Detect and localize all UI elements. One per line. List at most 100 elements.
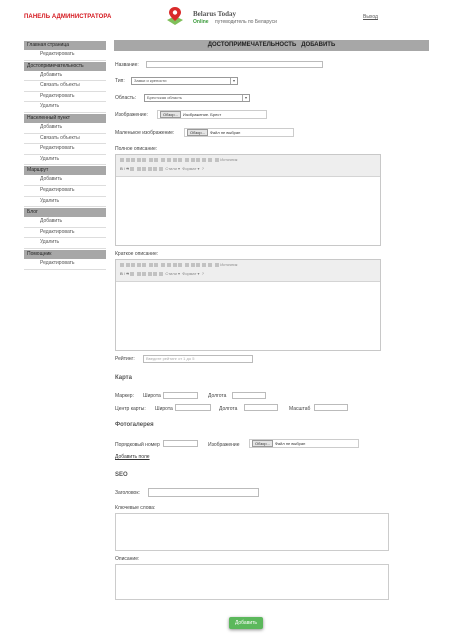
source-button-label[interactable]: Источник <box>220 262 237 267</box>
sidebar-item-edit[interactable]: Редактировать <box>24 50 106 61</box>
format-dropdown[interactable]: Формат <box>182 271 196 276</box>
paste-word-icon[interactable] <box>142 262 146 267</box>
outdent-icon[interactable] <box>147 271 152 276</box>
hr-icon[interactable] <box>196 262 200 267</box>
link-icon[interactable] <box>167 157 172 162</box>
rating-input[interactable]: Введите рейтинг от 1 до 5 <box>143 355 253 363</box>
seo-heading-input[interactable] <box>148 488 259 497</box>
indent-icon[interactable] <box>153 166 158 171</box>
unlink-icon[interactable] <box>172 262 177 267</box>
sidebar-item-delete[interactable]: Удалить <box>24 155 106 166</box>
link-icon[interactable] <box>167 262 172 267</box>
help-icon[interactable]: ? <box>202 271 204 276</box>
sidebar-heading[interactable]: Маршрут <box>24 166 106 176</box>
add-field-link[interactable]: Добавить поле <box>115 454 150 460</box>
redo-icon[interactable] <box>154 157 159 162</box>
short-description-editor[interactable]: Источник B I S Стили ▾ Формат ▾ ? <box>115 259 381 351</box>
scale-input[interactable] <box>314 404 348 411</box>
sidebar-item-edit[interactable]: Редактировать <box>24 92 106 103</box>
strike-icon[interactable]: S <box>126 271 129 276</box>
cut-icon[interactable] <box>120 157 124 162</box>
submit-add-button[interactable]: Добавить <box>229 617 263 629</box>
paste-icon[interactable] <box>131 157 135 162</box>
format-dropdown[interactable]: Формат <box>182 166 196 171</box>
sidebar-item-link[interactable]: Связать объекты <box>24 134 106 145</box>
sidebar-item-edit[interactable]: Редактировать <box>24 228 106 239</box>
find-icon[interactable] <box>160 262 165 267</box>
sidebar-item-edit[interactable]: Редактировать <box>24 186 106 197</box>
paste-icon[interactable] <box>131 262 135 267</box>
blockquote-icon[interactable] <box>158 166 163 171</box>
marker-latitude-input[interactable] <box>163 392 198 399</box>
anchor-icon[interactable] <box>178 157 183 162</box>
find-icon[interactable] <box>160 157 165 162</box>
anchor-icon[interactable] <box>178 262 183 267</box>
paste-word-icon[interactable] <box>142 157 146 162</box>
browse-button[interactable]: Обзор... <box>187 129 208 136</box>
keywords-textarea[interactable] <box>115 513 389 551</box>
hr-icon[interactable] <box>196 157 200 162</box>
italic-icon[interactable]: I <box>124 166 125 171</box>
bold-icon[interactable]: B <box>120 166 123 171</box>
paste-text-icon[interactable] <box>136 262 141 267</box>
table-icon[interactable] <box>190 157 195 162</box>
full-description-editor[interactable]: Источник B I S Стили ▾ Формат ▾ ? <box>115 154 381 246</box>
center-longitude-input[interactable] <box>244 404 278 411</box>
blockquote-icon[interactable] <box>158 271 163 276</box>
maximize-icon[interactable] <box>208 157 213 162</box>
cut-icon[interactable] <box>120 262 124 267</box>
source-button-label[interactable]: Источник <box>220 157 237 162</box>
sidebar-item-delete[interactable]: Удалить <box>24 102 106 113</box>
sidebar-item-add[interactable]: Добавить <box>24 175 106 186</box>
numbered-list-icon[interactable] <box>136 166 141 171</box>
styles-dropdown[interactable]: Стили <box>165 271 177 276</box>
source-icon[interactable] <box>214 262 219 267</box>
sidebar-item-add[interactable]: Добавить <box>24 217 106 228</box>
center-latitude-input[interactable] <box>175 404 211 411</box>
sidebar-item-link[interactable]: Связать объекты <box>24 81 106 92</box>
browse-button[interactable]: Обзор... <box>160 111 181 118</box>
table-icon[interactable] <box>190 262 195 267</box>
image-icon[interactable] <box>185 157 189 162</box>
source-icon[interactable] <box>214 157 219 162</box>
sidebar-item-add[interactable]: Добавить <box>24 71 106 82</box>
paste-text-icon[interactable] <box>136 157 141 162</box>
redo-icon[interactable] <box>154 262 159 267</box>
logo-pin-icon[interactable] <box>166 6 184 26</box>
sidebar-heading[interactable]: Достопримечательность <box>24 61 106 71</box>
undo-icon[interactable] <box>148 262 153 267</box>
special-char-icon[interactable] <box>201 157 206 162</box>
indent-icon[interactable] <box>153 271 158 276</box>
browse-button[interactable]: Обзор... <box>252 440 273 447</box>
sidebar-heading[interactable]: Главная страница <box>24 41 106 50</box>
image-icon[interactable] <box>185 262 189 267</box>
unlink-icon[interactable] <box>172 157 177 162</box>
order-number-input[interactable] <box>163 440 198 447</box>
outdent-icon[interactable] <box>147 166 152 171</box>
sidebar-item-add[interactable]: Добавить <box>24 123 106 134</box>
remove-format-icon[interactable] <box>130 166 135 171</box>
type-select[interactable]: Замки и крепости ▾ <box>131 77 238 85</box>
maximize-icon[interactable] <box>208 262 213 267</box>
remove-format-icon[interactable] <box>130 271 135 276</box>
description-textarea[interactable] <box>115 564 389 600</box>
bold-icon[interactable]: B <box>120 271 123 276</box>
sidebar-item-edit[interactable]: Редактировать <box>24 144 106 155</box>
undo-icon[interactable] <box>148 157 153 162</box>
sidebar-item-delete[interactable]: Удалить <box>24 197 106 208</box>
numbered-list-icon[interactable] <box>136 271 141 276</box>
styles-dropdown[interactable]: Стили <box>165 166 177 171</box>
sidebar-item-delete[interactable]: Удалить <box>24 238 106 249</box>
help-icon[interactable]: ? <box>202 166 204 171</box>
sidebar-heading[interactable]: Помощник <box>24 249 106 259</box>
sidebar-item-edit[interactable]: Редактировать <box>24 259 106 270</box>
strike-icon[interactable]: S <box>126 166 129 171</box>
name-input[interactable] <box>146 61 323 68</box>
gallery-file-input[interactable]: Обзор... Файл не выбран <box>249 439 359 448</box>
copy-icon[interactable] <box>125 262 130 267</box>
marker-longitude-input[interactable] <box>232 392 266 399</box>
sidebar-heading[interactable]: Блог <box>24 208 106 218</box>
small-image-file-input[interactable]: Обзор... Файл не выбран <box>184 128 294 137</box>
logout-link[interactable]: Выход <box>363 14 378 20</box>
image-file-input[interactable]: Обзор... Изображение. Брест <box>157 110 267 119</box>
